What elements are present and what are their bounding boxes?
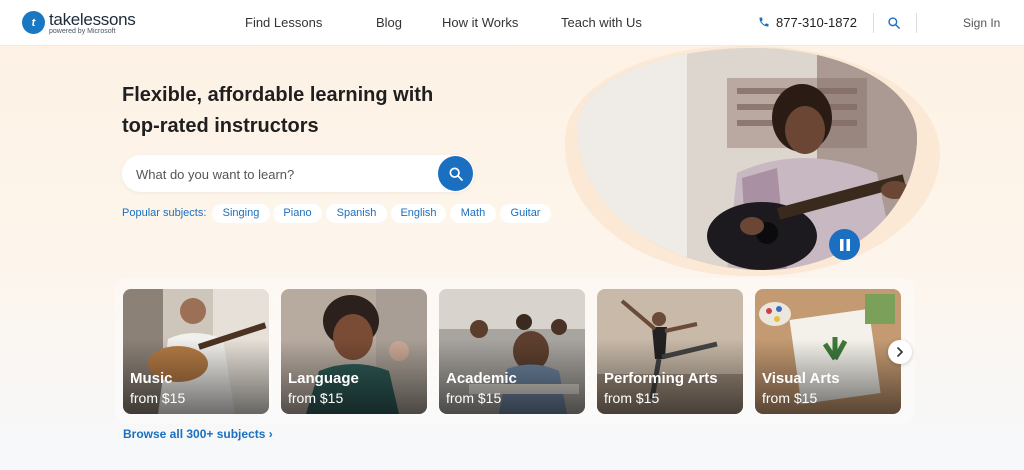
search-submit-button[interactable]: [438, 156, 473, 191]
category-card-academic[interactable]: Academic from $15: [439, 289, 585, 414]
nav-find-lessons[interactable]: Find Lessons: [245, 15, 322, 30]
hero-title: Flexible, affordable learning with top-r…: [122, 80, 482, 142]
chip-english[interactable]: English: [391, 204, 446, 223]
card-price: from $15: [130, 390, 186, 406]
video-pause-button[interactable]: [829, 229, 860, 260]
chip-piano[interactable]: Piano: [273, 204, 322, 223]
chip-math[interactable]: Math: [450, 204, 496, 223]
card-title: Music: [130, 370, 173, 387]
browse-all-subjects-link[interactable]: Browse all 300+ subjects ›: [123, 427, 273, 441]
category-card-language[interactable]: Language from $15: [281, 289, 427, 414]
chip-spanish[interactable]: Spanish: [326, 204, 387, 223]
site-header: t takelessons powered by Microsoft Find …: [0, 0, 1024, 46]
phone-number[interactable]: 877-310-1872: [776, 15, 857, 30]
pause-icon: [839, 238, 850, 251]
carousel-next-button[interactable]: [888, 340, 912, 364]
logo-subtext: powered by Microsoft: [49, 28, 116, 35]
card-title: Language: [288, 370, 359, 387]
header-divider: [873, 13, 874, 33]
chip-guitar[interactable]: Guitar: [500, 204, 551, 223]
card-title: Visual Arts: [762, 370, 840, 387]
card-price: from $15: [762, 390, 818, 406]
search-icon: [448, 166, 463, 181]
chip-singing[interactable]: Singing: [212, 204, 270, 223]
category-card-visual-arts[interactable]: Visual Arts from $15: [755, 289, 901, 414]
search-icon[interactable]: [887, 16, 901, 30]
category-card-music[interactable]: Music from $15: [123, 289, 269, 414]
nav-teach-with-us[interactable]: Teach with Us: [561, 15, 642, 30]
card-title: Academic: [446, 370, 517, 387]
logo-mark-icon: t: [22, 11, 45, 34]
phone-icon: [759, 17, 769, 27]
logo-text: takelessons: [49, 10, 136, 29]
subject-search-input[interactable]: [136, 164, 426, 184]
header-divider: [916, 13, 917, 33]
popular-subjects-label: Popular subjects:: [122, 207, 207, 219]
category-card-performing-arts[interactable]: Performing Arts from $15: [597, 289, 743, 414]
sign-in-link[interactable]: Sign In: [963, 16, 1000, 30]
subject-search-box: [122, 155, 474, 192]
card-price: from $15: [604, 390, 660, 406]
card-price: from $15: [288, 390, 344, 406]
nav-how-it-works[interactable]: How it Works: [442, 15, 518, 30]
hero-title-line2: top-rated instructors: [122, 115, 319, 137]
hero-title-line1: Flexible, affordable learning with: [122, 84, 434, 106]
card-price: from $15: [446, 390, 502, 406]
chevron-right-icon: [897, 347, 903, 357]
takelessons-logo[interactable]: t takelessons powered by Microsoft: [22, 10, 152, 38]
card-title: Performing Arts: [604, 370, 718, 387]
nav-blog[interactable]: Blog: [376, 15, 402, 30]
